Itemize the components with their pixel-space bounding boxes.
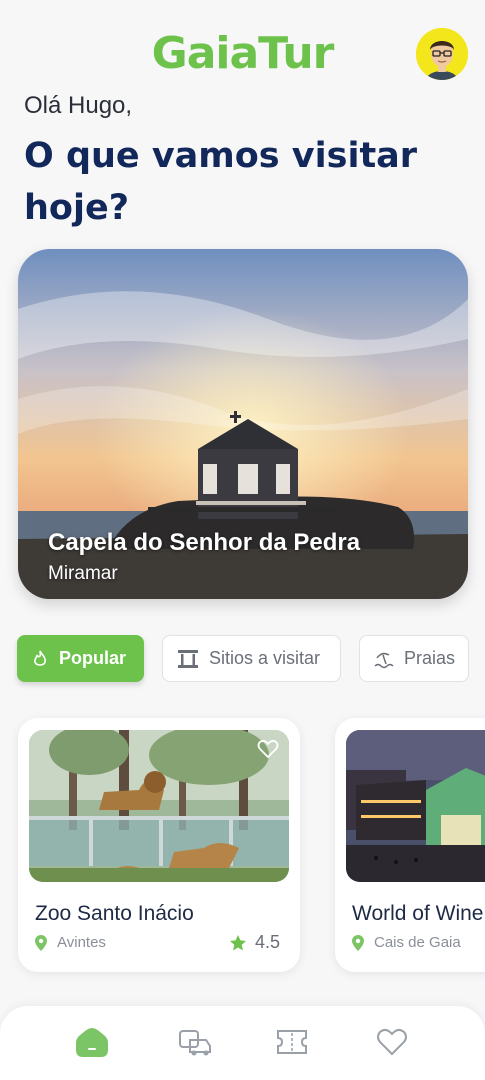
ticket-icon xyxy=(275,1028,309,1061)
card-location-label: Cais de Gaia xyxy=(374,934,461,951)
featured-subtitle: Miramar xyxy=(48,563,118,584)
card-title: World of Wine xyxy=(352,902,484,925)
page-title: O que vamos visitar hoje? xyxy=(24,136,418,228)
card-location: Avintes xyxy=(35,934,106,951)
filter-sitios[interactable]: Sitios a visitar xyxy=(162,635,341,682)
monument-icon xyxy=(177,649,199,669)
card-rating: 4.5 xyxy=(229,932,280,953)
avatar[interactable] xyxy=(416,28,468,80)
featured-title: Capela do Senhor da Pedra xyxy=(48,529,361,556)
card-location: Cais de Gaia xyxy=(352,934,461,951)
filter-label: Praias xyxy=(404,648,456,668)
location-pin-icon xyxy=(35,934,47,951)
filter-popular[interactable]: Popular xyxy=(17,635,144,682)
greeting: Olá Hugo, xyxy=(24,92,133,119)
card-rating-value: 4.5 xyxy=(254,932,280,952)
nav-home[interactable] xyxy=(74,1026,110,1062)
home-icon xyxy=(75,1026,109,1063)
favorite-heart-icon[interactable] xyxy=(257,738,279,765)
place-card[interactable]: World of Wine Cais de Gaia xyxy=(335,718,485,972)
beach-icon xyxy=(374,649,394,669)
star-icon xyxy=(229,934,247,952)
nav-transport[interactable] xyxy=(177,1026,213,1062)
card-title: Zoo Santo Inácio xyxy=(35,902,194,925)
featured-card[interactable]: Capela do Senhor da Pedra Miramar xyxy=(18,249,468,599)
user-avatar-icon xyxy=(416,28,468,80)
place-card[interactable]: Zoo Santo Inácio Avintes 4.5 xyxy=(18,718,300,972)
nav-favorites[interactable] xyxy=(374,1026,410,1062)
filter-praias[interactable]: Praias xyxy=(359,635,469,682)
filter-label: Sitios a visitar xyxy=(209,648,321,668)
bottom-navigation xyxy=(0,1006,485,1080)
flame-icon xyxy=(31,650,49,668)
filter-label: Popular xyxy=(59,648,127,668)
heart-icon xyxy=(376,1027,408,1062)
location-pin-icon xyxy=(352,934,364,951)
zoo-photo xyxy=(29,730,289,882)
transport-icon xyxy=(178,1028,212,1061)
nav-tickets[interactable] xyxy=(274,1026,310,1062)
app-logo: GaiaTur xyxy=(151,28,335,79)
card-location-label: Avintes xyxy=(57,934,106,951)
world-of-wine-photo xyxy=(346,730,485,882)
